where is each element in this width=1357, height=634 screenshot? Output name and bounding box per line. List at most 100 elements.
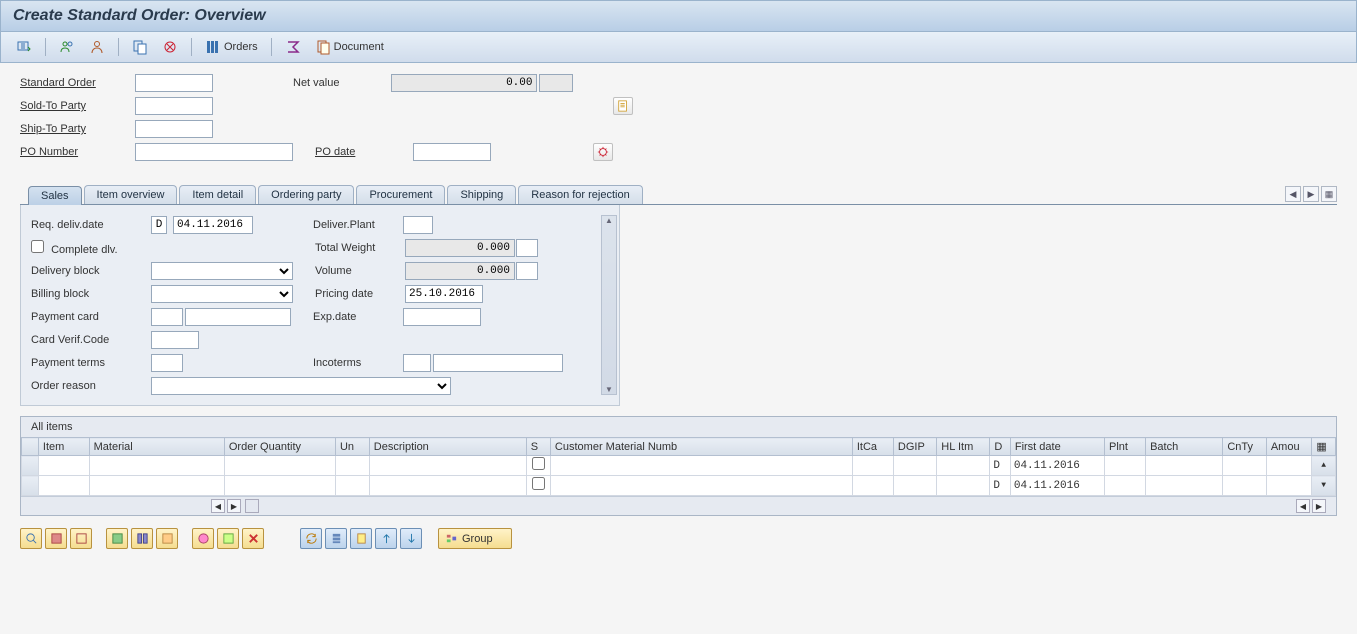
po-date-label: PO date [315, 146, 355, 158]
sold-to-input[interactable] [135, 97, 213, 115]
ship-to-label: Ship-To Party [20, 123, 135, 135]
col-config-icon[interactable]: ▦ [1312, 438, 1336, 456]
payment-card-number[interactable] [185, 308, 291, 326]
config-icon[interactable] [593, 143, 613, 161]
complete-dlv-checkbox[interactable] [31, 240, 44, 253]
col-dgip[interactable]: DGIP [893, 438, 936, 456]
deliver-plant-input[interactable] [403, 216, 433, 234]
row-s-checkbox[interactable] [532, 477, 545, 490]
col-description[interactable]: Description [369, 438, 526, 456]
tab-ordering-party[interactable]: Ordering party [258, 185, 354, 204]
row-s-checkbox[interactable] [532, 457, 545, 470]
col-first-date[interactable]: First date [1010, 438, 1104, 456]
payment-card-label: Payment card [31, 311, 151, 323]
hscroll-thumb[interactable] [245, 499, 259, 513]
col-batch[interactable]: Batch [1146, 438, 1223, 456]
incoterms-text[interactable] [433, 354, 563, 372]
orders-button[interactable]: Orders [200, 36, 263, 58]
po-date-input[interactable] [413, 143, 491, 161]
sched-icon[interactable] [325, 528, 347, 549]
person-icon[interactable] [84, 36, 110, 58]
user-data-icon[interactable] [54, 36, 80, 58]
sort-desc-icon[interactable] [400, 528, 422, 549]
col-material[interactable]: Material [89, 438, 224, 456]
batch-icon[interactable] [217, 528, 239, 549]
tab-list-icon[interactable]: ▦ [1321, 186, 1337, 202]
col-s[interactable]: S [526, 438, 550, 456]
tab-item-overview[interactable]: Item overview [84, 185, 178, 204]
exp-date-input[interactable] [403, 308, 481, 326]
partner-detail-icon[interactable] [613, 97, 633, 115]
refresh-icon[interactable] [300, 528, 322, 549]
col-amount[interactable]: Amou [1266, 438, 1312, 456]
payment-terms-input[interactable] [151, 354, 183, 372]
table-row[interactable]: D04.11.2016▼ [22, 476, 1336, 496]
col-d[interactable]: D [990, 438, 1010, 456]
hscroll-left2-icon[interactable]: ◀ [1296, 499, 1310, 513]
col-plnt[interactable]: Plnt [1105, 438, 1146, 456]
req-deliv-date-input[interactable] [173, 216, 253, 234]
col-itca[interactable]: ItCa [852, 438, 893, 456]
doc-icon[interactable] [350, 528, 372, 549]
incoterms-label: Incoterms [313, 357, 403, 369]
deselect-all-icon[interactable] [70, 528, 92, 549]
col-cnty[interactable]: CnTy [1223, 438, 1266, 456]
delivery-block-select[interactable] [151, 262, 293, 280]
delivery-block-label: Delivery block [31, 265, 151, 277]
card-verif-input[interactable] [151, 331, 199, 349]
panel-scrollbar[interactable]: ▲▼ [601, 215, 617, 395]
delete-icon[interactable] [242, 528, 264, 549]
propose-icon[interactable] [192, 528, 214, 549]
config-item-icon[interactable] [106, 528, 128, 549]
items-grid: Item Material Order Quantity Un Descript… [21, 437, 1336, 496]
group-label: Group [462, 533, 493, 545]
sum-icon[interactable] [280, 36, 306, 58]
req-deliv-type-input[interactable] [151, 216, 167, 234]
col-hlitm[interactable]: HL Itm [937, 438, 990, 456]
tab-reason-rejection[interactable]: Reason for rejection [518, 185, 642, 204]
sold-to-label: Sold-To Party [20, 100, 135, 112]
billing-block-label: Billing block [31, 288, 151, 300]
standard-order-input[interactable] [135, 74, 213, 92]
volume-unit[interactable] [516, 262, 538, 280]
payment-card-type[interactable] [151, 308, 183, 326]
col-un[interactable]: Un [335, 438, 369, 456]
hscroll-right2-icon[interactable]: ▶ [1312, 499, 1326, 513]
hscroll-right-icon[interactable]: ▶ [227, 499, 241, 513]
tab-shipping[interactable]: Shipping [447, 185, 516, 204]
cost-icon[interactable] [131, 528, 153, 549]
display-header-icon[interactable] [11, 36, 37, 58]
detail-icon[interactable] [20, 528, 42, 549]
group-button[interactable]: Group [438, 528, 512, 549]
tab-navigation: Sales Item overview Item detail Ordering… [0, 185, 1357, 205]
availability-icon[interactable] [156, 528, 178, 549]
total-weight-unit[interactable] [516, 239, 538, 257]
tab-prev-icon[interactable]: ◀ [1285, 186, 1301, 202]
col-cust-mat[interactable]: Customer Material Numb [550, 438, 852, 456]
document-label: Document [334, 41, 384, 53]
orders-label: Orders [224, 41, 258, 53]
po-number-input[interactable] [135, 143, 293, 161]
col-item[interactable]: Item [38, 438, 89, 456]
incoterms-code[interactable] [403, 354, 431, 372]
tab-next-icon[interactable]: ▶ [1303, 186, 1319, 202]
sort-asc-icon[interactable] [375, 528, 397, 549]
reject-icon[interactable] [157, 36, 183, 58]
hscroll-left-icon[interactable]: ◀ [211, 499, 225, 513]
select-all-icon[interactable] [45, 528, 67, 549]
table-row[interactable]: D04.11.2016▲ [22, 456, 1336, 476]
document-button[interactable]: Document [310, 36, 389, 58]
col-selector[interactable] [22, 438, 39, 456]
tab-item-detail[interactable]: Item detail [179, 185, 256, 204]
billing-block-select[interactable] [151, 285, 293, 303]
display-doc-icon[interactable] [127, 36, 153, 58]
net-value-label: Net value [293, 77, 339, 89]
pricing-date-input[interactable] [405, 285, 483, 303]
tab-sales[interactable]: Sales [28, 186, 82, 205]
order-reason-select[interactable] [151, 377, 451, 395]
ship-to-input[interactable] [135, 120, 213, 138]
items-table-title: All items [21, 417, 1336, 437]
tab-procurement[interactable]: Procurement [356, 185, 445, 204]
standard-order-label: Standard Order [20, 77, 135, 89]
col-order-qty[interactable]: Order Quantity [224, 438, 335, 456]
